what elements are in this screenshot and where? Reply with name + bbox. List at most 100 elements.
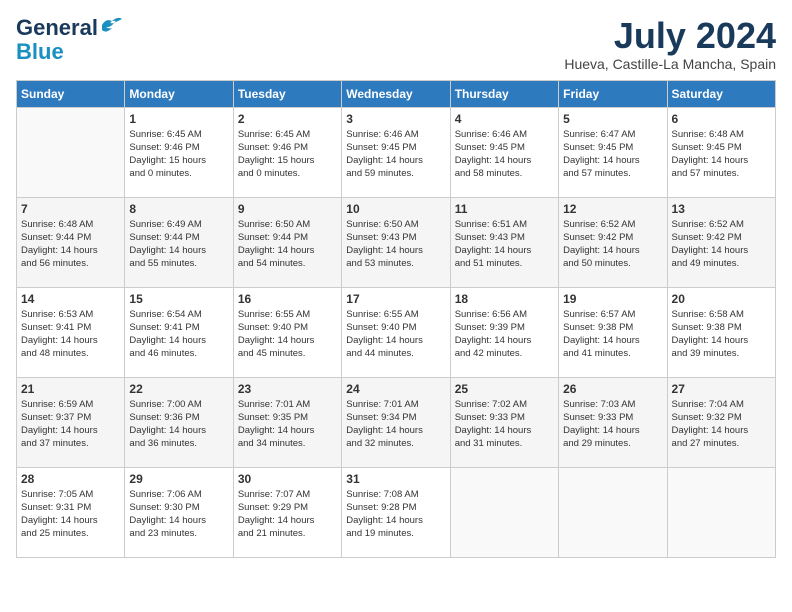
calendar-cell: 13Sunrise: 6:52 AMSunset: 9:42 PMDayligh… — [667, 197, 775, 287]
calendar-cell: 11 Sunrise: 6:51 AMSunset: 9:43 PMDayligh… — [450, 197, 558, 287]
day-number: 19 — [563, 292, 662, 306]
calendar-cell: 25 Sunrise: 7:02 AMSunset: 9:33 PMDayligh… — [450, 377, 558, 467]
logo: General Blue — [16, 16, 122, 64]
day-number: 27 — [672, 382, 771, 396]
day-info: Sunrise: 6:46 AMSunset: 9:45 PMDaylight:… — [346, 128, 445, 181]
day-number: 25 — [455, 382, 554, 396]
title-section: July 2024 Hueva, Castille-La Mancha, Spa… — [564, 16, 776, 72]
calendar-cell: 9 Sunrise: 6:50 AMSunset: 9:44 PMDaylight… — [233, 197, 341, 287]
day-number: 18 — [455, 292, 554, 306]
day-info: Sunrise: 6:48 AMSunset: 9:44 PMDaylight:… — [21, 218, 120, 271]
calendar-header-thursday: Thursday — [450, 80, 558, 107]
day-info: Sunrise: 6:47 AMSunset: 9:45 PMDaylight:… — [563, 128, 662, 181]
calendar-cell: 31 Sunrise: 7:08 AMSunset: 9:28 PMDayligh… — [342, 467, 450, 557]
day-info: Sunrise: 6:46 AMSunset: 9:45 PMDaylight:… — [455, 128, 554, 181]
day-info: Sunrise: 7:05 AMSunset: 9:31 PMDaylight:… — [21, 488, 120, 541]
calendar-cell: 5Sunrise: 6:47 AMSunset: 9:45 PMDaylight… — [559, 107, 667, 197]
calendar-cell: 29 Sunrise: 7:06 AMSunset: 9:30 PMDayligh… — [125, 467, 233, 557]
day-number: 23 — [238, 382, 337, 396]
calendar-week-row: 14 Sunrise: 6:53 AMSunset: 9:41 PMDayligh… — [17, 287, 776, 377]
day-number: 13 — [672, 202, 771, 216]
day-info: Sunrise: 7:02 AMSunset: 9:33 PMDaylight:… — [455, 398, 554, 451]
logo-bird-icon — [100, 16, 122, 34]
day-info: Sunrise: 6:45 AMSunset: 9:46 PMDaylight:… — [129, 128, 228, 181]
calendar-cell: 19 Sunrise: 6:57 AMSunset: 9:38 PMDayligh… — [559, 287, 667, 377]
day-number: 30 — [238, 472, 337, 486]
day-number: 2 — [238, 112, 337, 126]
page-header: General Blue July 2024 Hueva, Castille-L… — [16, 16, 776, 72]
calendar-cell: 21 Sunrise: 6:59 AMSunset: 9:37 PMDayligh… — [17, 377, 125, 467]
calendar-week-row: 28 Sunrise: 7:05 AMSunset: 9:31 PMDayligh… — [17, 467, 776, 557]
calendar-cell: 27Sunrise: 7:04 AMSunset: 9:32 PMDayligh… — [667, 377, 775, 467]
day-info: Sunrise: 6:53 AMSunset: 9:41 PMDaylight:… — [21, 308, 120, 361]
calendar-cell: 3 Sunrise: 6:46 AMSunset: 9:45 PMDaylight… — [342, 107, 450, 197]
calendar-cell: 15 Sunrise: 6:54 AMSunset: 9:41 PMDayligh… — [125, 287, 233, 377]
day-number: 22 — [129, 382, 228, 396]
calendar-cell: 8 Sunrise: 6:49 AMSunset: 9:44 PMDaylight… — [125, 197, 233, 287]
day-number: 8 — [129, 202, 228, 216]
day-number: 9 — [238, 202, 337, 216]
calendar-cell: 30Sunrise: 7:07 AMSunset: 9:29 PMDayligh… — [233, 467, 341, 557]
day-number: 3 — [346, 112, 445, 126]
location: Hueva, Castille-La Mancha, Spain — [564, 56, 776, 72]
calendar-header-monday: Monday — [125, 80, 233, 107]
day-number: 11 — [455, 202, 554, 216]
calendar-week-row: 1 Sunrise: 6:45 AMSunset: 9:46 PMDaylight… — [17, 107, 776, 197]
day-number: 10 — [346, 202, 445, 216]
calendar-cell: 6 Sunrise: 6:48 AMSunset: 9:45 PMDaylight… — [667, 107, 775, 197]
calendar-cell — [450, 467, 558, 557]
calendar-cell: 2Sunrise: 6:45 AMSunset: 9:46 PMDaylight… — [233, 107, 341, 197]
calendar-cell: 18 Sunrise: 6:56 AMSunset: 9:39 PMDayligh… — [450, 287, 558, 377]
day-number: 6 — [672, 112, 771, 126]
day-number: 29 — [129, 472, 228, 486]
day-number: 20 — [672, 292, 771, 306]
day-info: Sunrise: 6:58 AMSunset: 9:38 PMDaylight:… — [672, 308, 771, 361]
day-info: Sunrise: 6:56 AMSunset: 9:39 PMDaylight:… — [455, 308, 554, 361]
calendar-cell: 17Sunrise: 6:55 AMSunset: 9:40 PMDayligh… — [342, 287, 450, 377]
calendar-cell — [667, 467, 775, 557]
calendar-table: SundayMondayTuesdayWednesdayThursdayFrid… — [16, 80, 776, 558]
day-number: 14 — [21, 292, 120, 306]
day-number: 4 — [455, 112, 554, 126]
calendar-cell: 24 Sunrise: 7:01 AMSunset: 9:34 PMDayligh… — [342, 377, 450, 467]
calendar-cell — [17, 107, 125, 197]
day-info: Sunrise: 6:55 AMSunset: 9:40 PMDaylight:… — [346, 308, 445, 361]
day-info: Sunrise: 7:01 AMSunset: 9:34 PMDaylight:… — [346, 398, 445, 451]
day-info: Sunrise: 6:48 AMSunset: 9:45 PMDaylight:… — [672, 128, 771, 181]
calendar-header-row: SundayMondayTuesdayWednesdayThursdayFrid… — [17, 80, 776, 107]
calendar-week-row: 7 Sunrise: 6:48 AMSunset: 9:44 PMDaylight… — [17, 197, 776, 287]
day-info: Sunrise: 6:54 AMSunset: 9:41 PMDaylight:… — [129, 308, 228, 361]
day-number: 7 — [21, 202, 120, 216]
day-info: Sunrise: 6:51 AMSunset: 9:43 PMDaylight:… — [455, 218, 554, 271]
month-title: July 2024 — [564, 16, 776, 56]
calendar-cell: 22 Sunrise: 7:00 AMSunset: 9:36 PMDayligh… — [125, 377, 233, 467]
calendar-cell: 1 Sunrise: 6:45 AMSunset: 9:46 PMDaylight… — [125, 107, 233, 197]
day-info: Sunrise: 7:00 AMSunset: 9:36 PMDaylight:… — [129, 398, 228, 451]
day-number: 1 — [129, 112, 228, 126]
day-number: 16 — [238, 292, 337, 306]
calendar-cell: 20 Sunrise: 6:58 AMSunset: 9:38 PMDayligh… — [667, 287, 775, 377]
day-info: Sunrise: 6:50 AMSunset: 9:44 PMDaylight:… — [238, 218, 337, 271]
day-info: Sunrise: 6:49 AMSunset: 9:44 PMDaylight:… — [129, 218, 228, 271]
day-number: 28 — [21, 472, 120, 486]
day-number: 12 — [563, 202, 662, 216]
day-number: 31 — [346, 472, 445, 486]
calendar-cell: 23Sunrise: 7:01 AMSunset: 9:35 PMDayligh… — [233, 377, 341, 467]
calendar-header-saturday: Saturday — [667, 80, 775, 107]
calendar-cell: 10Sunrise: 6:50 AMSunset: 9:43 PMDayligh… — [342, 197, 450, 287]
day-info: Sunrise: 7:03 AMSunset: 9:33 PMDaylight:… — [563, 398, 662, 451]
day-info: Sunrise: 7:06 AMSunset: 9:30 PMDaylight:… — [129, 488, 228, 541]
day-info: Sunrise: 6:57 AMSunset: 9:38 PMDaylight:… — [563, 308, 662, 361]
calendar-cell: 16Sunrise: 6:55 AMSunset: 9:40 PMDayligh… — [233, 287, 341, 377]
day-info: Sunrise: 6:59 AMSunset: 9:37 PMDaylight:… — [21, 398, 120, 451]
calendar-cell: 12 Sunrise: 6:52 AMSunset: 9:42 PMDayligh… — [559, 197, 667, 287]
day-number: 15 — [129, 292, 228, 306]
day-number: 24 — [346, 382, 445, 396]
day-info: Sunrise: 7:08 AMSunset: 9:28 PMDaylight:… — [346, 488, 445, 541]
day-number: 21 — [21, 382, 120, 396]
day-info: Sunrise: 6:52 AMSunset: 9:42 PMDaylight:… — [563, 218, 662, 271]
calendar-header-tuesday: Tuesday — [233, 80, 341, 107]
calendar-cell: 26Sunrise: 7:03 AMSunset: 9:33 PMDayligh… — [559, 377, 667, 467]
calendar-header-wednesday: Wednesday — [342, 80, 450, 107]
calendar-cell: 14 Sunrise: 6:53 AMSunset: 9:41 PMDayligh… — [17, 287, 125, 377]
